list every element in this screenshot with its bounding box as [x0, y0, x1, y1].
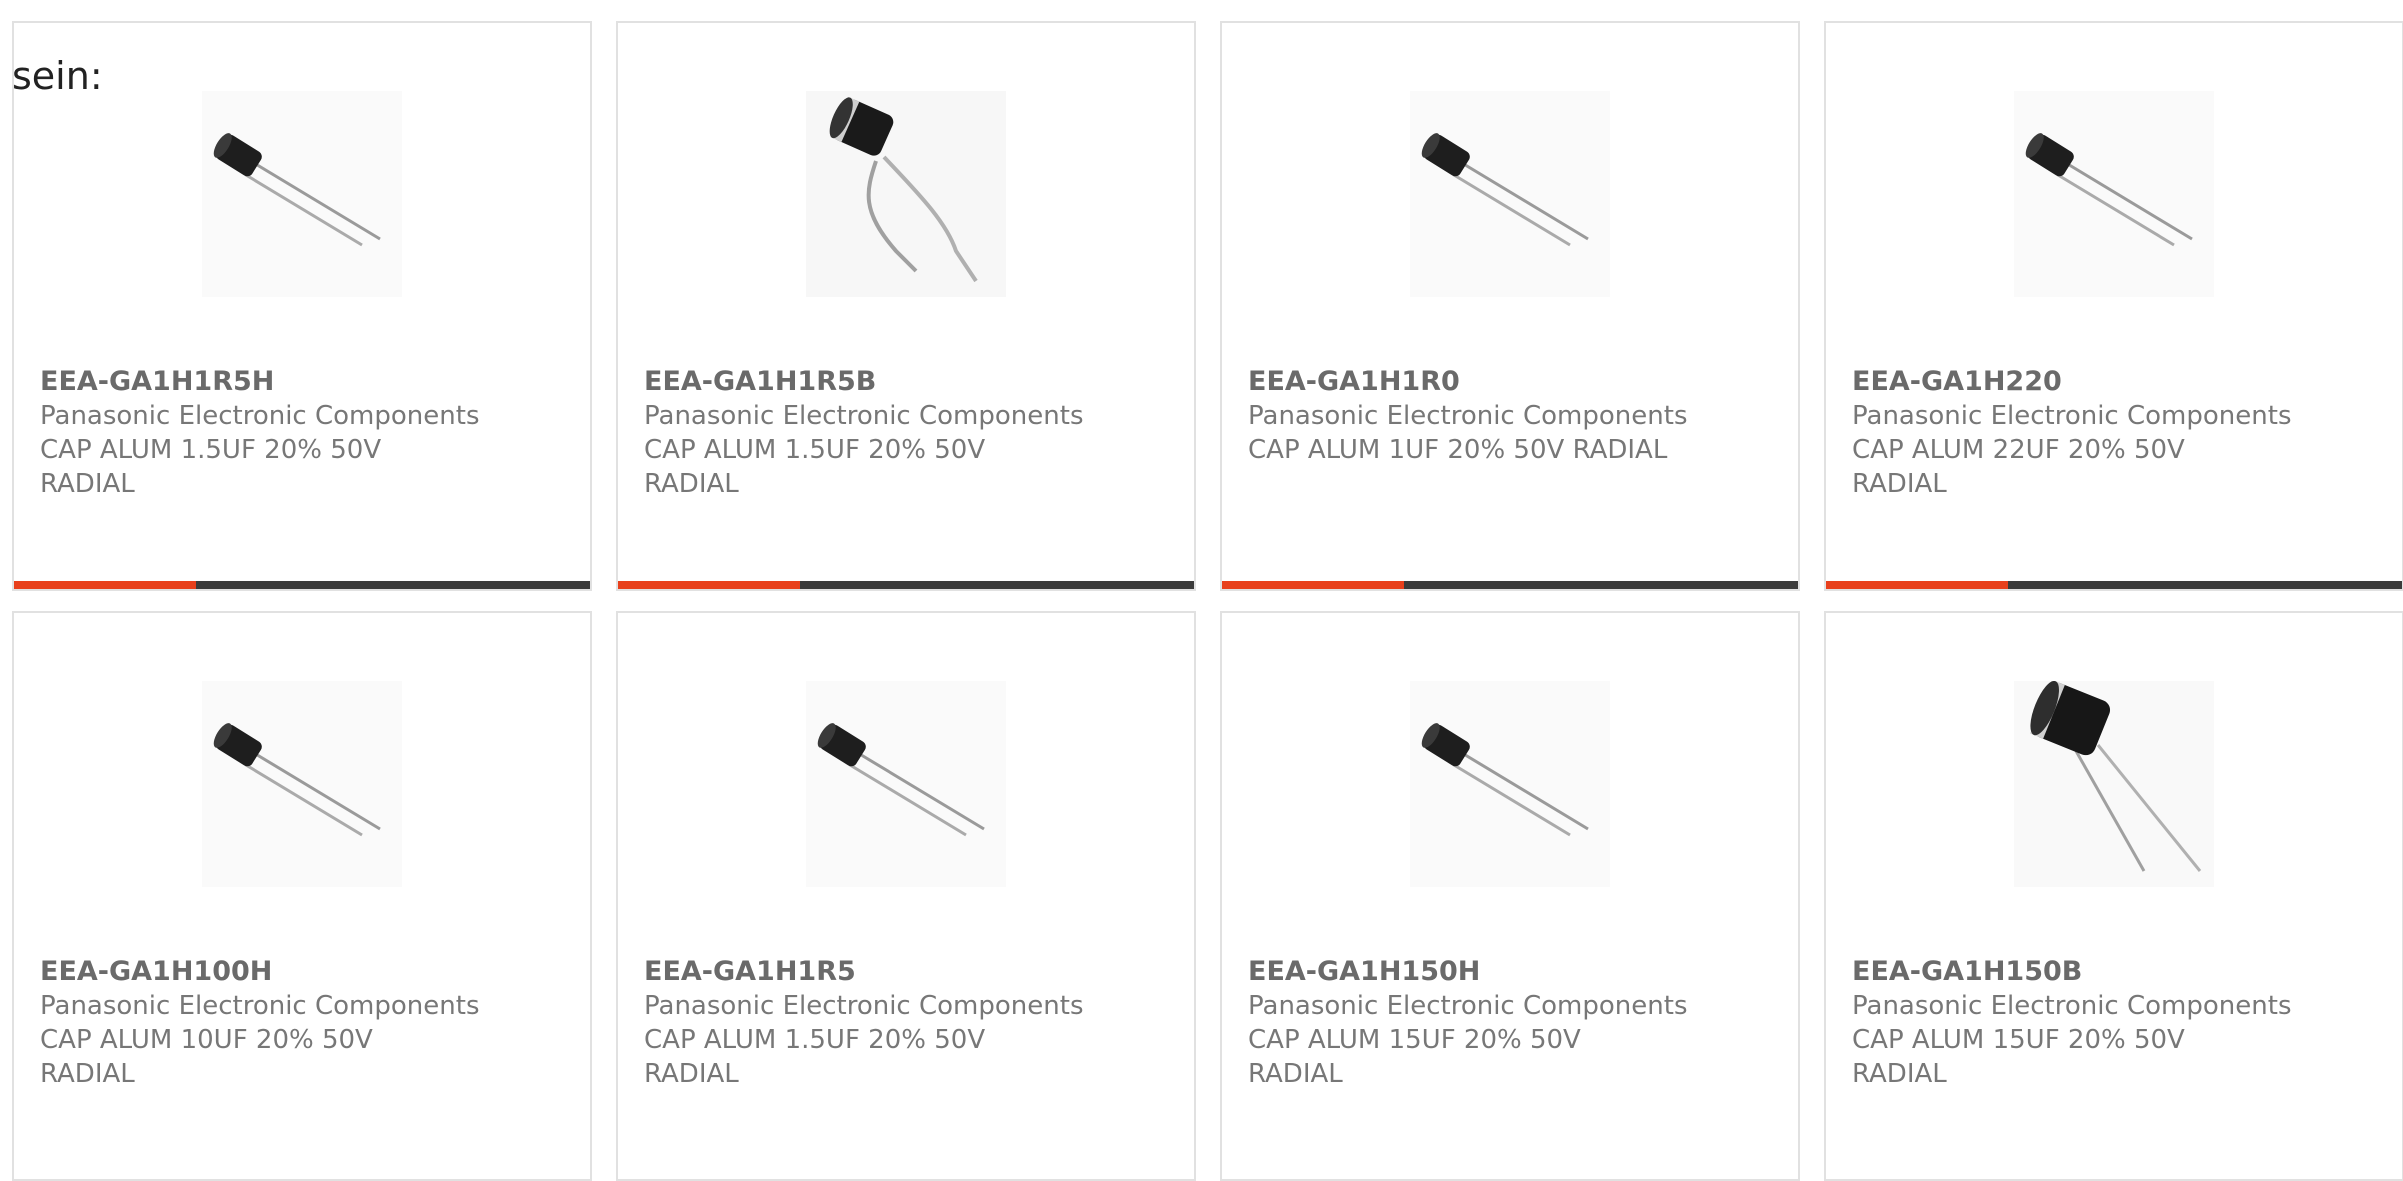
description: CAP ALUM 22UF 20% 50V RADIAL	[1852, 435, 2185, 499]
product-info: EEA-GA1H1R5 Panasonic Electronic Compone…	[644, 955, 1174, 1091]
card-footer-accent	[14, 581, 196, 589]
part-number[interactable]: EEA-GA1H220	[1852, 365, 2382, 399]
product-card[interactable]: EEA-GA1H1R5B Panasonic Electronic Compon…	[616, 21, 1196, 591]
part-number[interactable]: EEA-GA1H1R5B	[644, 365, 1174, 399]
part-number[interactable]: EEA-GA1H150B	[1852, 955, 2382, 989]
capacitor-bent-leads-icon[interactable]	[618, 91, 1194, 297]
product-grid: EEA-GA1H1R5H Panasonic Electronic Compon…	[12, 21, 2403, 1181]
card-footer-bar	[618, 581, 1194, 589]
product-info: EEA-GA1H150B Panasonic Electronic Compon…	[1852, 955, 2382, 1091]
card-footer-accent	[618, 581, 800, 589]
capacitor-small-icon[interactable]	[1222, 91, 1798, 297]
capacitor-small-icon[interactable]	[1826, 91, 2402, 297]
product-info: EEA-GA1H1R5B Panasonic Electronic Compon…	[644, 365, 1174, 501]
capacitor-large-icon[interactable]	[1826, 681, 2402, 887]
description: CAP ALUM 1UF 20% 50V RADIAL	[1248, 435, 1668, 465]
product-card[interactable]: EEA-GA1H100H Panasonic Electronic Compon…	[12, 611, 592, 1181]
manufacturer: Panasonic Electronic Components	[40, 401, 480, 431]
description: CAP ALUM 1.5UF 20% 50V RADIAL	[40, 435, 382, 499]
manufacturer: Panasonic Electronic Components	[40, 991, 480, 1021]
product-card[interactable]: EEA-GA1H1R5 Panasonic Electronic Compone…	[616, 611, 1196, 1181]
description: CAP ALUM 15UF 20% 50V RADIAL	[1852, 1025, 2185, 1089]
product-card[interactable]: EEA-GA1H1R0 Panasonic Electronic Compone…	[1220, 21, 1800, 591]
product-card[interactable]: EEA-GA1H1R5H Panasonic Electronic Compon…	[12, 21, 592, 591]
manufacturer: Panasonic Electronic Components	[1248, 401, 1688, 431]
card-footer-accent	[1222, 581, 1404, 589]
product-info: EEA-GA1H100H Panasonic Electronic Compon…	[40, 955, 570, 1091]
product-info: EEA-GA1H220 Panasonic Electronic Compone…	[1852, 365, 2382, 501]
capacitor-small-icon[interactable]	[14, 91, 590, 297]
manufacturer: Panasonic Electronic Components	[1852, 401, 2292, 431]
capacitor-small-icon[interactable]	[1222, 681, 1798, 887]
card-footer-bar	[1222, 581, 1798, 589]
product-info: EEA-GA1H150H Panasonic Electronic Compon…	[1248, 955, 1778, 1091]
manufacturer: Panasonic Electronic Components	[644, 401, 1084, 431]
description: CAP ALUM 15UF 20% 50V RADIAL	[1248, 1025, 1581, 1089]
card-footer-accent	[1826, 581, 2008, 589]
description: CAP ALUM 10UF 20% 50V RADIAL	[40, 1025, 373, 1089]
capacitor-small-icon[interactable]	[14, 681, 590, 887]
description: CAP ALUM 1.5UF 20% 50V RADIAL	[644, 435, 986, 499]
intro-text: sein:	[12, 54, 103, 98]
product-card[interactable]: EEA-GA1H220 Panasonic Electronic Compone…	[1824, 21, 2403, 591]
product-info: EEA-GA1H1R5H Panasonic Electronic Compon…	[40, 365, 570, 501]
capacitor-small-icon[interactable]	[618, 681, 1194, 887]
product-card[interactable]: EEA-GA1H150B Panasonic Electronic Compon…	[1824, 611, 2403, 1181]
manufacturer: Panasonic Electronic Components	[1852, 991, 2292, 1021]
part-number[interactable]: EEA-GA1H150H	[1248, 955, 1778, 989]
manufacturer: Panasonic Electronic Components	[644, 991, 1084, 1021]
product-info: EEA-GA1H1R0 Panasonic Electronic Compone…	[1248, 365, 1778, 467]
part-number[interactable]: EEA-GA1H1R5H	[40, 365, 570, 399]
manufacturer: Panasonic Electronic Components	[1248, 991, 1688, 1021]
card-footer-bar	[1826, 581, 2402, 589]
part-number[interactable]: EEA-GA1H1R0	[1248, 365, 1778, 399]
part-number[interactable]: EEA-GA1H100H	[40, 955, 570, 989]
description: CAP ALUM 1.5UF 20% 50V RADIAL	[644, 1025, 986, 1089]
product-card[interactable]: EEA-GA1H150H Panasonic Electronic Compon…	[1220, 611, 1800, 1181]
card-footer-bar	[14, 581, 590, 589]
part-number[interactable]: EEA-GA1H1R5	[644, 955, 1174, 989]
